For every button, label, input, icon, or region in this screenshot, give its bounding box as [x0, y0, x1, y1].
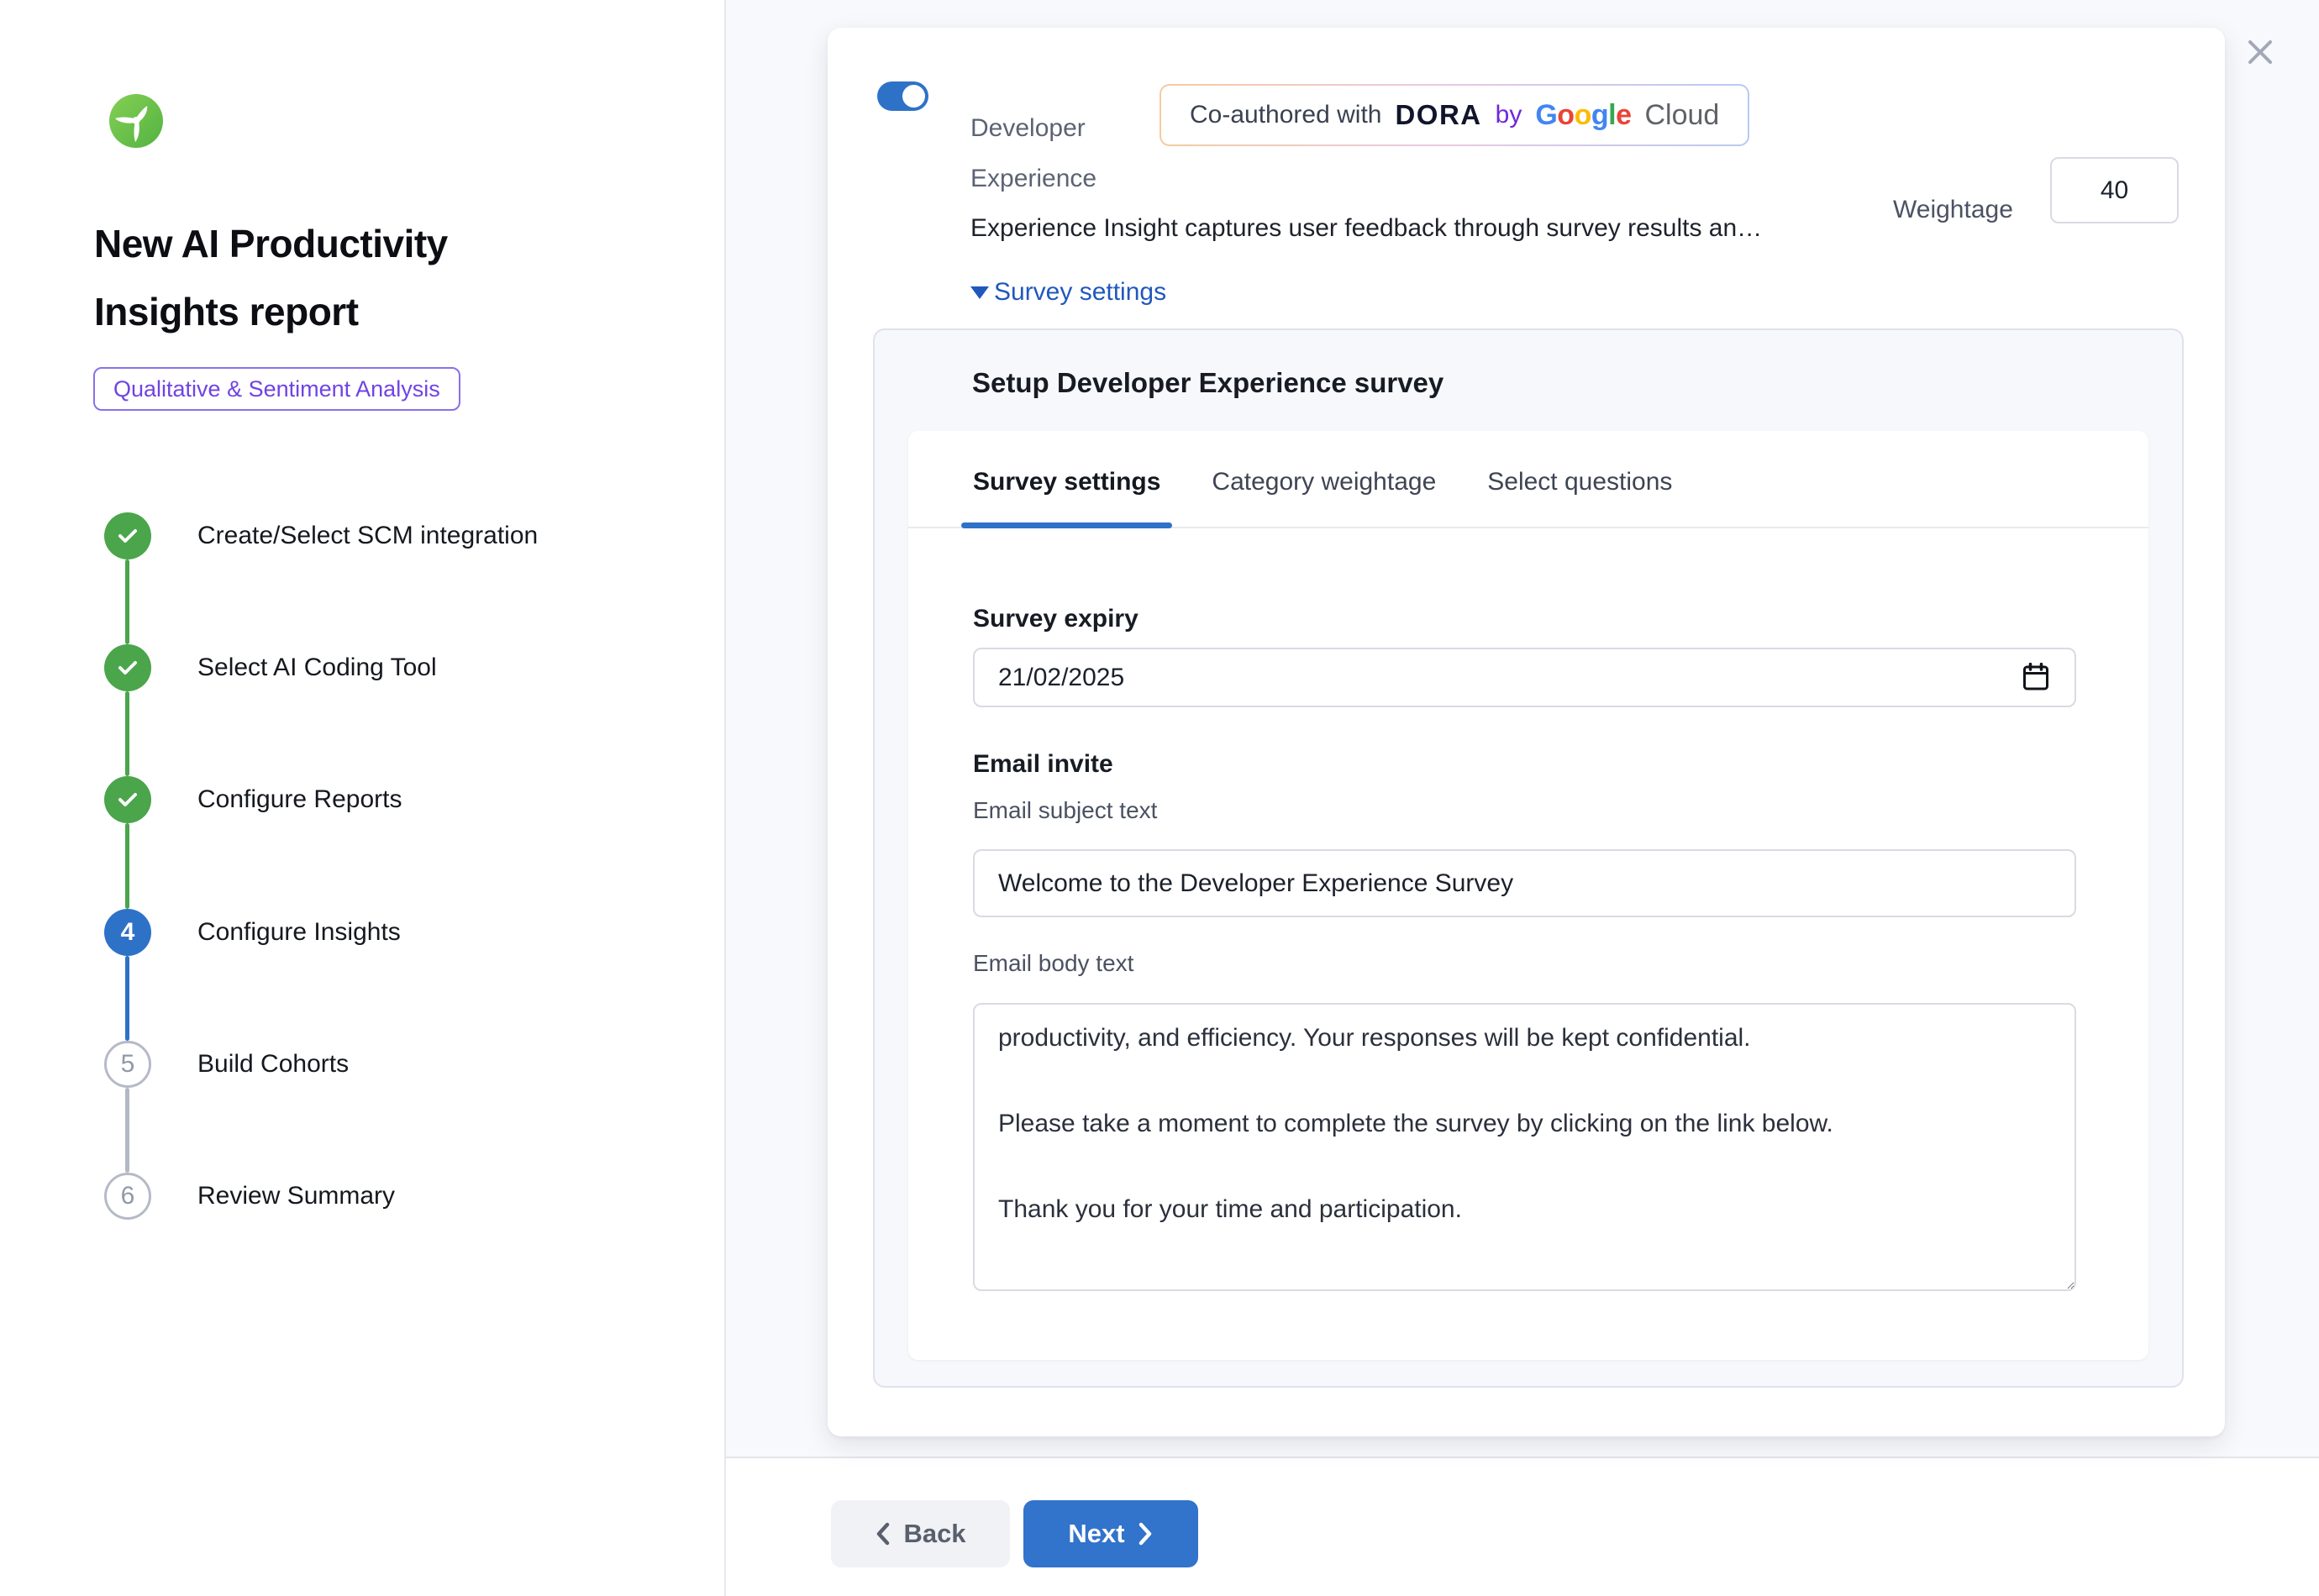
survey-expiry-label: Survey expiry — [973, 605, 2076, 633]
step-indicator-5[interactable]: 5 — [104, 1041, 151, 1088]
step-indicator-1[interactable] — [104, 512, 151, 559]
tab-select-questions[interactable]: Select questions — [1487, 468, 1672, 527]
sidebar-step-scm-integration[interactable]: Create/Select SCM integration — [197, 522, 538, 550]
sidebar-step-ai-coding-tool[interactable]: Select AI Coding Tool — [197, 654, 437, 682]
step-number: 6 — [121, 1182, 135, 1210]
page: New AI Productivity Insights report Qual… — [0, 0, 2319, 1596]
dora-logo: DORA — [1395, 99, 1481, 131]
step-connector — [125, 1088, 129, 1173]
email-invite-label: Email invite — [973, 750, 2076, 779]
configure-insights-panel: Developer Experience Co-authored with DO… — [828, 28, 2225, 1436]
close-icon[interactable] — [2242, 34, 2279, 71]
step-connector — [125, 823, 129, 909]
chevron-left-icon — [875, 1521, 891, 1546]
chevron-right-icon — [1137, 1521, 1154, 1546]
step-indicator-2[interactable] — [104, 644, 151, 691]
survey-settings-card: Survey settings Category weightage Selec… — [908, 431, 2148, 1360]
step-number: 4 — [121, 918, 135, 947]
sidebar-step-build-cohorts[interactable]: Build Cohorts — [197, 1050, 349, 1079]
step-connector — [125, 691, 129, 776]
sidebar-divider — [724, 0, 726, 1596]
setup-survey-heading: Setup Developer Experience survey — [972, 367, 2182, 399]
footer-divider — [725, 1457, 2319, 1458]
setup-survey-card: Setup Developer Experience survey Survey… — [873, 328, 2184, 1388]
weightage-input[interactable] — [2050, 157, 2179, 223]
developer-experience-toggle[interactable] — [877, 81, 928, 111]
check-icon — [115, 655, 140, 680]
sidebar-step-review-summary[interactable]: Review Summary — [197, 1182, 395, 1210]
tab-category-weightage[interactable]: Category weightage — [1212, 468, 1436, 527]
step-indicator-4[interactable]: 4 — [104, 909, 151, 956]
step-indicator-3[interactable] — [104, 776, 151, 823]
dora-coauthor-badge: Co-authored with DORA by Google Cloud — [1160, 84, 1749, 146]
email-body-label: Email body text — [973, 949, 2076, 977]
email-subject-label: Email subject text — [973, 796, 2076, 824]
toggle-knob — [902, 85, 925, 108]
check-icon — [115, 787, 140, 812]
step-indicator-6[interactable]: 6 — [104, 1173, 151, 1220]
survey-expiry-input[interactable] — [973, 648, 2076, 707]
step-number: 5 — [121, 1050, 135, 1079]
caret-down-icon — [970, 286, 989, 299]
insight-description: Experience Insight captures user feedbac… — [970, 214, 1762, 243]
email-subject-input[interactable] — [973, 849, 2076, 917]
step-connector — [125, 559, 129, 644]
report-type-badge: Qualitative & Sentiment Analysis — [93, 367, 460, 411]
back-button[interactable]: Back — [831, 1500, 1010, 1567]
badge-by: by — [1496, 101, 1522, 129]
badge-prefix: Co-authored with — [1190, 101, 1381, 129]
weightage-label: Weightage — [1893, 196, 2013, 224]
check-icon — [115, 523, 140, 549]
step-connector — [125, 956, 129, 1041]
sidebar-step-configure-reports[interactable]: Configure Reports — [197, 785, 402, 814]
insight-name: Developer Experience — [970, 103, 1164, 204]
next-button[interactable]: Next — [1023, 1500, 1198, 1567]
app-logo-icon — [109, 94, 163, 148]
tab-survey-settings[interactable]: Survey settings — [973, 468, 1160, 527]
survey-settings-collapse-link[interactable]: Survey settings — [970, 278, 1166, 307]
page-title: New AI Productivity Insights report — [94, 210, 448, 346]
google-logo: Google — [1535, 99, 1631, 132]
survey-tabs: Survey settings Category weightage Selec… — [908, 431, 2148, 528]
google-cloud-label: Cloud — [1645, 99, 1720, 132]
sidebar-step-configure-insights[interactable]: Configure Insights — [197, 918, 401, 947]
email-body-textarea[interactable]: productivity, and efficiency. Your respo… — [973, 1003, 2076, 1291]
